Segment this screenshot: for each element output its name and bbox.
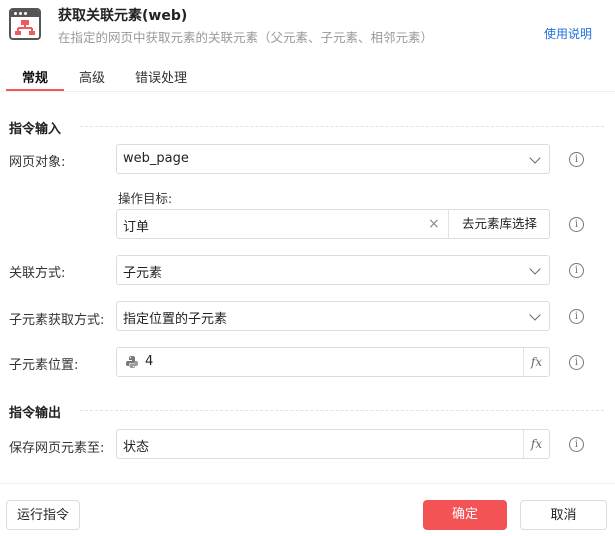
fx-icon[interactable]: fx — [523, 348, 549, 376]
dialog-header: 获取关联元素(web) 在指定的网页中获取元素的关联元素（父元素、子元素、相邻元… — [0, 0, 615, 54]
section-title-input: 指令输入 — [9, 122, 62, 137]
tab-general[interactable]: 常规 — [22, 67, 48, 86]
info-icon[interactable]: i — [569, 217, 584, 232]
info-icon[interactable]: i — [569, 355, 584, 370]
target-field[interactable]: 订单 × 去元素库选择 — [116, 209, 550, 239]
chevron-down-icon — [529, 263, 541, 275]
tab-bar: 常规 高级 错误处理 — [0, 60, 615, 92]
section-title-output: 指令输出 — [9, 406, 62, 421]
element-library-button[interactable]: 去元素库选择 — [448, 210, 550, 238]
child-position-input[interactable]: 4 fx — [116, 347, 550, 377]
child-method-select[interactable]: 指定位置的子元素 — [116, 301, 550, 331]
save-to-input[interactable]: 状态 fx — [116, 429, 550, 459]
relation-select[interactable]: 子元素 — [116, 255, 550, 285]
web-page-label: 网页对象: — [9, 155, 66, 170]
dialog-title: 获取关联元素(web) — [58, 8, 188, 24]
save-to-value: 状态 — [123, 440, 150, 455]
target-label: 操作目标: — [118, 191, 173, 206]
python-icon — [126, 356, 138, 368]
info-icon[interactable]: i — [569, 309, 584, 324]
cancel-button[interactable]: 取消 — [520, 500, 607, 530]
active-tab-indicator — [6, 89, 64, 91]
child-method-label: 子元素获取方式: — [9, 313, 105, 328]
child-method-value: 指定位置的子元素 — [123, 312, 228, 327]
info-icon[interactable]: i — [569, 152, 584, 167]
child-position-value: 4 — [145, 354, 154, 369]
save-to-label: 保存网页元素至: — [9, 441, 105, 456]
chevron-down-icon — [529, 309, 541, 321]
web-element-icon — [9, 8, 41, 40]
web-page-value: web_page — [123, 151, 189, 166]
relation-value: 子元素 — [123, 266, 163, 281]
section-divider — [80, 126, 604, 127]
info-icon[interactable]: i — [569, 263, 584, 278]
relation-label: 关联方式: — [9, 266, 66, 281]
footer-divider — [0, 483, 615, 484]
help-link[interactable]: 使用说明 — [544, 25, 592, 42]
dialog-subtitle: 在指定的网页中获取元素的关联元素（父元素、子元素、相邻元素） — [58, 30, 434, 45]
target-value: 订单 — [123, 220, 150, 235]
chevron-down-icon — [529, 152, 541, 164]
info-icon[interactable]: i — [569, 437, 584, 452]
child-position-label: 子元素位置: — [9, 358, 79, 373]
run-command-button[interactable]: 运行指令 — [6, 500, 80, 530]
confirm-button[interactable]: 确定 — [423, 500, 507, 530]
tab-error-handling[interactable]: 错误处理 — [135, 67, 187, 86]
clear-icon[interactable]: × — [428, 216, 440, 232]
fx-icon[interactable]: fx — [523, 430, 549, 458]
tab-advanced[interactable]: 高级 — [79, 67, 105, 86]
web-page-select[interactable]: web_page — [116, 144, 550, 174]
section-divider — [80, 410, 604, 411]
